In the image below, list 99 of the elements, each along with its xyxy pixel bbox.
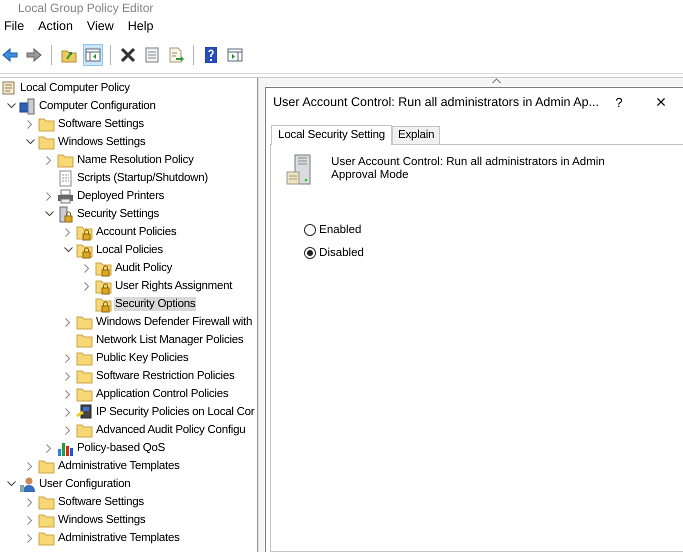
tree-item[interactable]: Scripts (Startup/Shutdown) (76, 171, 209, 185)
menu-item[interactable]: File (0, 19, 32, 33)
radio-label[interactable]: Enabled (319, 224, 362, 236)
tree-item[interactable]: Application Control Policies (95, 387, 230, 401)
tree-item[interactable]: Software Settings (57, 117, 145, 131)
collapse-chevron-icon[interactable] (44, 211, 54, 217)
expand-chevron-icon[interactable] (46, 192, 52, 200)
collapse-chevron-icon[interactable] (64, 247, 72, 253)
tree-item[interactable]: Account Policies (95, 225, 178, 239)
expand-chevron-icon[interactable] (27, 462, 33, 470)
tree-item[interactable]: Computer Configuration (38, 99, 157, 113)
dialog-title: User Account Control: Run all administrators in Admin Ap... (273, 95, 599, 109)
tree-item[interactable]: Administrative Templates (57, 531, 181, 545)
folder-icon (76, 350, 93, 366)
tree-item[interactable]: Local Policies (95, 243, 164, 257)
locked-folder-icon (76, 242, 93, 258)
tree-item[interactable]: Software Settings (57, 495, 145, 509)
close-button[interactable]: × (639, 92, 683, 112)
tree-item[interactable]: Audit Policy (114, 261, 174, 275)
back-arrow-icon (2, 47, 18, 63)
tree-item[interactable]: Windows Defender Firewall with (95, 315, 254, 329)
computer-key-icon (76, 404, 93, 420)
tree-item[interactable]: Administrative Templates (57, 459, 181, 473)
tab[interactable]: Explain (392, 126, 440, 144)
folder-icon (38, 512, 55, 528)
tree-item[interactable]: Advanced Audit Policy Configu (95, 423, 246, 437)
show-tree-icon (85, 47, 101, 63)
expand-chevron-icon[interactable] (65, 390, 71, 398)
menu-item[interactable]: Help (124, 19, 162, 33)
delete-icon (120, 47, 136, 63)
expand-chevron-icon[interactable] (46, 444, 52, 452)
export-list-icon (168, 47, 184, 63)
expand-chevron-icon[interactable] (27, 120, 33, 128)
expand-chevron-icon[interactable] (27, 498, 33, 506)
tree-item[interactable]: Security Settings (76, 207, 160, 221)
folder-icon (38, 494, 55, 510)
expand-chevron-icon[interactable] (65, 318, 71, 326)
expand-chevron-icon[interactable] (65, 372, 71, 380)
folder-icon (38, 116, 55, 132)
radio-label[interactable]: Disabled (319, 247, 364, 259)
server-lock-icon (57, 206, 74, 222)
expand-chevron-icon[interactable] (65, 408, 71, 416)
tree-item[interactable]: Deployed Printers (76, 189, 166, 203)
document-icon (57, 170, 74, 186)
tree-item[interactable]: Policy-based QoS (76, 441, 166, 455)
expand-chevron-icon[interactable] (27, 534, 33, 542)
expand-chevron-icon[interactable] (46, 156, 52, 164)
policy-name: User Account Control: Run all administrators in Admin Approval Mode (331, 155, 606, 183)
folder-icon (76, 332, 93, 348)
menu-item[interactable]: View (82, 19, 122, 33)
expand-chevron-icon[interactable] (84, 282, 90, 290)
tree-item[interactable]: Public Key Policies (95, 351, 190, 365)
tree-item[interactable]: Windows Settings (57, 135, 146, 149)
folder-icon (76, 386, 93, 402)
tree-item[interactable]: Software Restriction Policies (95, 369, 236, 383)
tree-item[interactable]: Network List Manager Policies (95, 333, 244, 347)
collapse-chevron-icon[interactable] (6, 481, 16, 487)
folder-icon (76, 314, 93, 330)
server-document-icon (286, 154, 312, 186)
scroll-icon (0, 80, 17, 96)
printer-icon (57, 188, 74, 204)
menu-item[interactable]: Action (34, 19, 81, 33)
tree-item[interactable]: Security Options (114, 297, 196, 311)
show-action-pane-icon (227, 47, 243, 63)
expand-chevron-icon[interactable] (65, 354, 71, 362)
window-title: Local Group Policy Editor (18, 2, 154, 15)
folder-icon (76, 422, 93, 438)
tree-item[interactable]: User Rights Assignment (114, 279, 234, 293)
tree-item[interactable]: Name Resolution Policy (76, 153, 195, 167)
tree-item[interactable]: Local Computer Policy (19, 81, 131, 95)
expand-chevron-icon[interactable] (27, 516, 33, 524)
collapse-chevron-icon[interactable] (6, 103, 16, 109)
expand-chevron-icon[interactable] (65, 426, 71, 434)
radio-button[interactable] (304, 247, 316, 259)
locked-folder-icon (95, 260, 112, 276)
tab[interactable]: Local Security Setting (271, 125, 392, 145)
radio-button[interactable] (304, 224, 316, 236)
expand-chevron-icon[interactable] (65, 228, 71, 236)
scroll-up-icon[interactable] (492, 78, 502, 84)
locked-folder-icon (95, 278, 112, 294)
forward-arrow-icon (26, 47, 42, 63)
computer-icon (19, 98, 36, 114)
folder-icon (38, 530, 55, 546)
folder-icon (76, 368, 93, 384)
help-icon (203, 47, 219, 63)
properties-icon (144, 47, 160, 63)
show-tree-button[interactable] (83, 44, 103, 66)
locked-folder-icon (76, 224, 93, 240)
expand-chevron-icon[interactable] (84, 264, 90, 272)
folder-icon (38, 134, 55, 150)
tree-item[interactable]: IP Security Policies on Local Cor (95, 405, 256, 419)
help-button[interactable]: ? (599, 94, 639, 110)
collapse-chevron-icon[interactable] (26, 139, 34, 145)
folder-icon (57, 152, 74, 168)
tree-item[interactable]: Windows Settings (57, 513, 146, 527)
tree-item[interactable]: User Configuration (38, 477, 132, 491)
users-icon (19, 476, 36, 492)
folder-icon (38, 458, 55, 474)
locked-folder-icon (95, 296, 112, 312)
